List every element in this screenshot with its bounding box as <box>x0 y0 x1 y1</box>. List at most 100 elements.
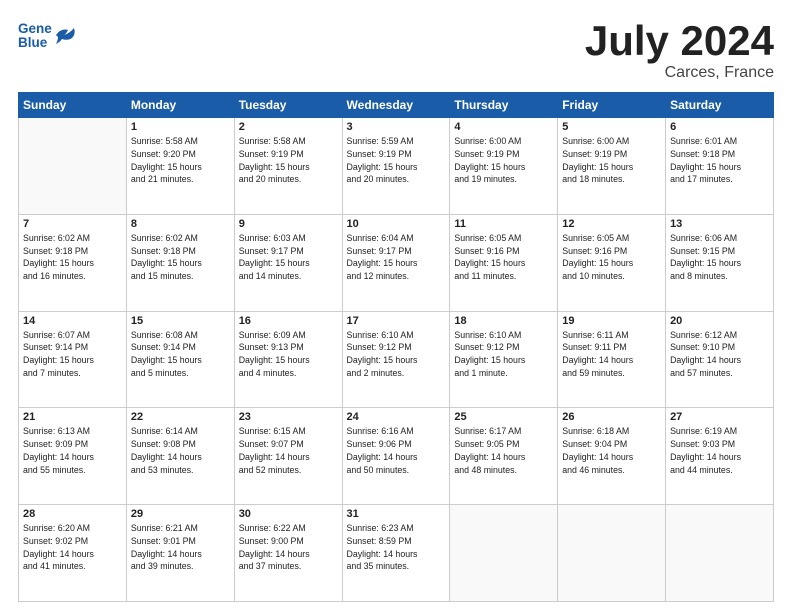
day-number: 14 <box>23 315 122 327</box>
header: General Blue July 2024 Carces, France <box>18 18 774 82</box>
day-info: Sunrise: 6:12 AM Sunset: 9:10 PM Dayligh… <box>670 329 769 380</box>
day-info: Sunrise: 6:19 AM Sunset: 9:03 PM Dayligh… <box>670 425 769 476</box>
day-info: Sunrise: 6:10 AM Sunset: 9:12 PM Dayligh… <box>454 329 553 380</box>
day-number: 21 <box>23 411 122 423</box>
calendar-cell: 30 Sunrise: 6:22 AM Sunset: 9:00 PM Dayli… <box>234 505 342 602</box>
day-info: Sunrise: 6:02 AM Sunset: 9:18 PM Dayligh… <box>131 232 230 283</box>
calendar-cell: 21Sunrise: 6:13 AM Sunset: 9:09 PM Dayli… <box>19 408 127 505</box>
day-info: Sunrise: 6:06 AM Sunset: 9:15 PM Dayligh… <box>670 232 769 283</box>
calendar-cell: 3Sunrise: 5:59 AM Sunset: 9:19 PM Daylig… <box>342 118 450 215</box>
day-info: Sunrise: 6:14 AM Sunset: 9:08 PM Dayligh… <box>131 425 230 476</box>
day-number: 7 <box>23 218 122 230</box>
day-number: 6 <box>670 121 769 133</box>
day-number: 12 <box>562 218 661 230</box>
calendar-cell: 6 Sunrise: 6:01 AM Sunset: 9:18 PM Daylig… <box>666 118 774 215</box>
day-info: Sunrise: 6:22 AM Sunset: 9:00 PM Dayligh… <box>239 522 338 573</box>
day-number: 26 <box>562 411 661 423</box>
day-number: 27 <box>670 411 769 423</box>
svg-text:Blue: Blue <box>18 35 48 50</box>
calendar-cell: 12 Sunrise: 6:05 AM Sunset: 9:16 PM Dayli… <box>558 214 666 311</box>
calendar-cell: 11 Sunrise: 6:05 AM Sunset: 9:16 PM Dayli… <box>450 214 558 311</box>
day-info: Sunrise: 5:58 AM Sunset: 9:20 PM Dayligh… <box>131 135 230 186</box>
logo: General Blue <box>18 18 78 52</box>
calendar-header-row: Sunday Monday Tuesday Wednesday Thursday… <box>19 93 774 118</box>
calendar-cell: 8 Sunrise: 6:02 AM Sunset: 9:18 PM Daylig… <box>126 214 234 311</box>
day-info: Sunrise: 5:58 AM Sunset: 9:19 PM Dayligh… <box>239 135 338 186</box>
day-info: Sunrise: 6:00 AM Sunset: 9:19 PM Dayligh… <box>562 135 661 186</box>
day-info: Sunrise: 6:23 AM Sunset: 8:59 PM Dayligh… <box>347 522 446 573</box>
day-number: 24 <box>347 411 446 423</box>
col-saturday: Saturday <box>666 93 774 118</box>
calendar-cell: 26 Sunrise: 6:18 AM Sunset: 9:04 PM Dayli… <box>558 408 666 505</box>
day-number: 16 <box>239 315 338 327</box>
day-info: Sunrise: 6:17 AM Sunset: 9:05 PM Dayligh… <box>454 425 553 476</box>
calendar-cell: 22 Sunrise: 6:14 AM Sunset: 9:08 PM Dayli… <box>126 408 234 505</box>
calendar-cell <box>558 505 666 602</box>
calendar-cell: 1Sunrise: 5:58 AM Sunset: 9:20 PM Daylig… <box>126 118 234 215</box>
day-info: Sunrise: 6:02 AM Sunset: 9:18 PM Dayligh… <box>23 232 122 283</box>
day-number: 31 <box>347 508 446 520</box>
calendar-cell: 18 Sunrise: 6:10 AM Sunset: 9:12 PM Dayli… <box>450 311 558 408</box>
col-sunday: Sunday <box>19 93 127 118</box>
day-info: Sunrise: 5:59 AM Sunset: 9:19 PM Dayligh… <box>347 135 446 186</box>
col-thursday: Thursday <box>450 93 558 118</box>
calendar-cell: 25 Sunrise: 6:17 AM Sunset: 9:05 PM Dayli… <box>450 408 558 505</box>
day-info: Sunrise: 6:05 AM Sunset: 9:16 PM Dayligh… <box>454 232 553 283</box>
day-number: 9 <box>239 218 338 230</box>
day-info: Sunrise: 6:18 AM Sunset: 9:04 PM Dayligh… <box>562 425 661 476</box>
calendar-cell: 24Sunrise: 6:16 AM Sunset: 9:06 PM Dayli… <box>342 408 450 505</box>
day-number: 30 <box>239 508 338 520</box>
day-number: 25 <box>454 411 553 423</box>
day-number: 20 <box>670 315 769 327</box>
day-number: 22 <box>131 411 230 423</box>
calendar-week-1: 7 Sunrise: 6:02 AM Sunset: 9:18 PM Daylig… <box>19 214 774 311</box>
calendar-cell <box>450 505 558 602</box>
calendar-cell: 10Sunrise: 6:04 AM Sunset: 9:17 PM Dayli… <box>342 214 450 311</box>
calendar-week-4: 28Sunrise: 6:20 AM Sunset: 9:02 PM Dayli… <box>19 505 774 602</box>
calendar-cell <box>19 118 127 215</box>
calendar-cell <box>666 505 774 602</box>
calendar-cell: 20 Sunrise: 6:12 AM Sunset: 9:10 PM Dayli… <box>666 311 774 408</box>
day-info: Sunrise: 6:01 AM Sunset: 9:18 PM Dayligh… <box>670 135 769 186</box>
calendar-week-3: 21Sunrise: 6:13 AM Sunset: 9:09 PM Dayli… <box>19 408 774 505</box>
calendar-cell: 14Sunrise: 6:07 AM Sunset: 9:14 PM Dayli… <box>19 311 127 408</box>
calendar-table: Sunday Monday Tuesday Wednesday Thursday… <box>18 92 774 602</box>
day-info: Sunrise: 6:15 AM Sunset: 9:07 PM Dayligh… <box>239 425 338 476</box>
col-wednesday: Wednesday <box>342 93 450 118</box>
day-number: 4 <box>454 121 553 133</box>
calendar-cell: 15 Sunrise: 6:08 AM Sunset: 9:14 PM Dayli… <box>126 311 234 408</box>
day-info: Sunrise: 6:00 AM Sunset: 9:19 PM Dayligh… <box>454 135 553 186</box>
page: General Blue July 2024 Carces, France Su… <box>0 0 792 612</box>
bird-icon <box>56 26 78 44</box>
day-number: 2 <box>239 121 338 133</box>
calendar-cell: 9Sunrise: 6:03 AM Sunset: 9:17 PM Daylig… <box>234 214 342 311</box>
calendar-week-2: 14Sunrise: 6:07 AM Sunset: 9:14 PM Dayli… <box>19 311 774 408</box>
day-info: Sunrise: 6:09 AM Sunset: 9:13 PM Dayligh… <box>239 329 338 380</box>
day-info: Sunrise: 6:08 AM Sunset: 9:14 PM Dayligh… <box>131 329 230 380</box>
day-info: Sunrise: 6:04 AM Sunset: 9:17 PM Dayligh… <box>347 232 446 283</box>
day-info: Sunrise: 6:10 AM Sunset: 9:12 PM Dayligh… <box>347 329 446 380</box>
calendar-cell: 4 Sunrise: 6:00 AM Sunset: 9:19 PM Daylig… <box>450 118 558 215</box>
day-info: Sunrise: 6:21 AM Sunset: 9:01 PM Dayligh… <box>131 522 230 573</box>
calendar-cell: 23Sunrise: 6:15 AM Sunset: 9:07 PM Dayli… <box>234 408 342 505</box>
day-number: 13 <box>670 218 769 230</box>
day-number: 29 <box>131 508 230 520</box>
day-number: 18 <box>454 315 553 327</box>
calendar-cell: 31 Sunrise: 6:23 AM Sunset: 8:59 PM Dayli… <box>342 505 450 602</box>
day-number: 11 <box>454 218 553 230</box>
calendar-cell: 28Sunrise: 6:20 AM Sunset: 9:02 PM Dayli… <box>19 505 127 602</box>
svg-text:General: General <box>18 21 52 36</box>
calendar-cell: 16 Sunrise: 6:09 AM Sunset: 9:13 PM Dayli… <box>234 311 342 408</box>
day-info: Sunrise: 6:05 AM Sunset: 9:16 PM Dayligh… <box>562 232 661 283</box>
calendar-cell: 13 Sunrise: 6:06 AM Sunset: 9:15 PM Dayli… <box>666 214 774 311</box>
col-friday: Friday <box>558 93 666 118</box>
calendar-cell: 27 Sunrise: 6:19 AM Sunset: 9:03 PM Dayli… <box>666 408 774 505</box>
calendar-cell: 19Sunrise: 6:11 AM Sunset: 9:11 PM Dayli… <box>558 311 666 408</box>
calendar-week-0: 1Sunrise: 5:58 AM Sunset: 9:20 PM Daylig… <box>19 118 774 215</box>
day-number: 15 <box>131 315 230 327</box>
day-number: 5 <box>562 121 661 133</box>
calendar-location: Carces, France <box>585 64 774 82</box>
col-monday: Monday <box>126 93 234 118</box>
day-number: 8 <box>131 218 230 230</box>
calendar-title: July 2024 <box>585 18 774 64</box>
